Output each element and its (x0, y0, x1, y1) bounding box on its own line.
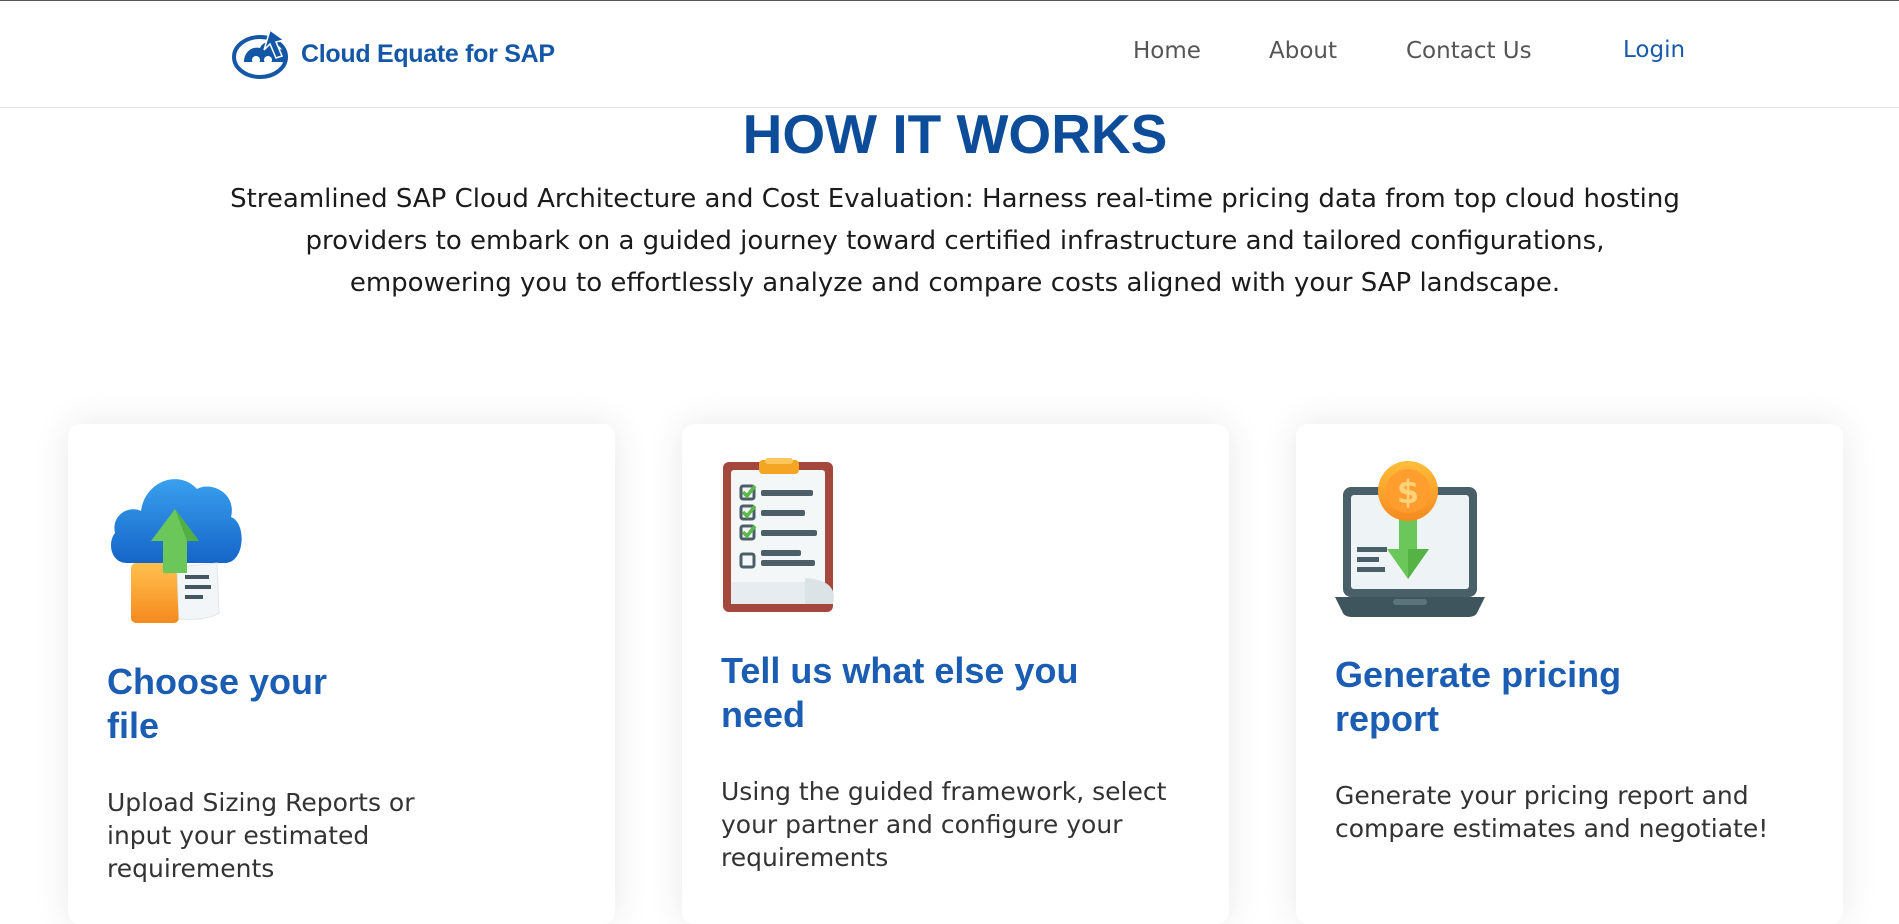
brand-logo-link[interactable]: Cloud Equate for SAP (230, 26, 555, 82)
laptop-pricing-icon: $ (1335, 457, 1485, 619)
step-title: Tell us what else you need (721, 650, 1079, 735)
brand-name: Cloud Equate for SAP (301, 39, 555, 68)
step-description: Upload Sizing Reports or input your esti… (107, 788, 415, 883)
step-card-requirements: Tell us what else you need Using the gui… (682, 424, 1229, 924)
step-card-choose-file: Choose your file Upload Sizing Reports o… (68, 424, 615, 924)
step-title: Choose your file (107, 661, 328, 746)
clipboard-checklist-icon (721, 458, 841, 614)
step-title: Generate pricing report (1335, 654, 1622, 739)
section-description: Streamlined SAP Cloud Architecture and C… (230, 184, 1680, 298)
svg-text:$: $ (1397, 473, 1419, 511)
section-title: HOW IT WORKS (742, 103, 1168, 165)
cloud-logo-icon (232, 28, 288, 79)
nav-login[interactable]: Login (1623, 37, 1685, 63)
step-card-pricing-report: $ Generate pricing report Generate your … (1296, 424, 1843, 924)
nav-about[interactable]: About (1269, 38, 1337, 64)
site-header: Cloud Equate for SAP Home About Contact … (0, 1, 1899, 108)
cloud-upload-file-icon (107, 459, 247, 629)
step-description: Generate your pricing report and compare… (1335, 781, 1769, 843)
nav-contact-us[interactable]: Contact Us (1406, 38, 1532, 64)
nav-home[interactable]: Home (1133, 38, 1201, 64)
step-description: Using the guided framework, select your … (721, 777, 1167, 872)
